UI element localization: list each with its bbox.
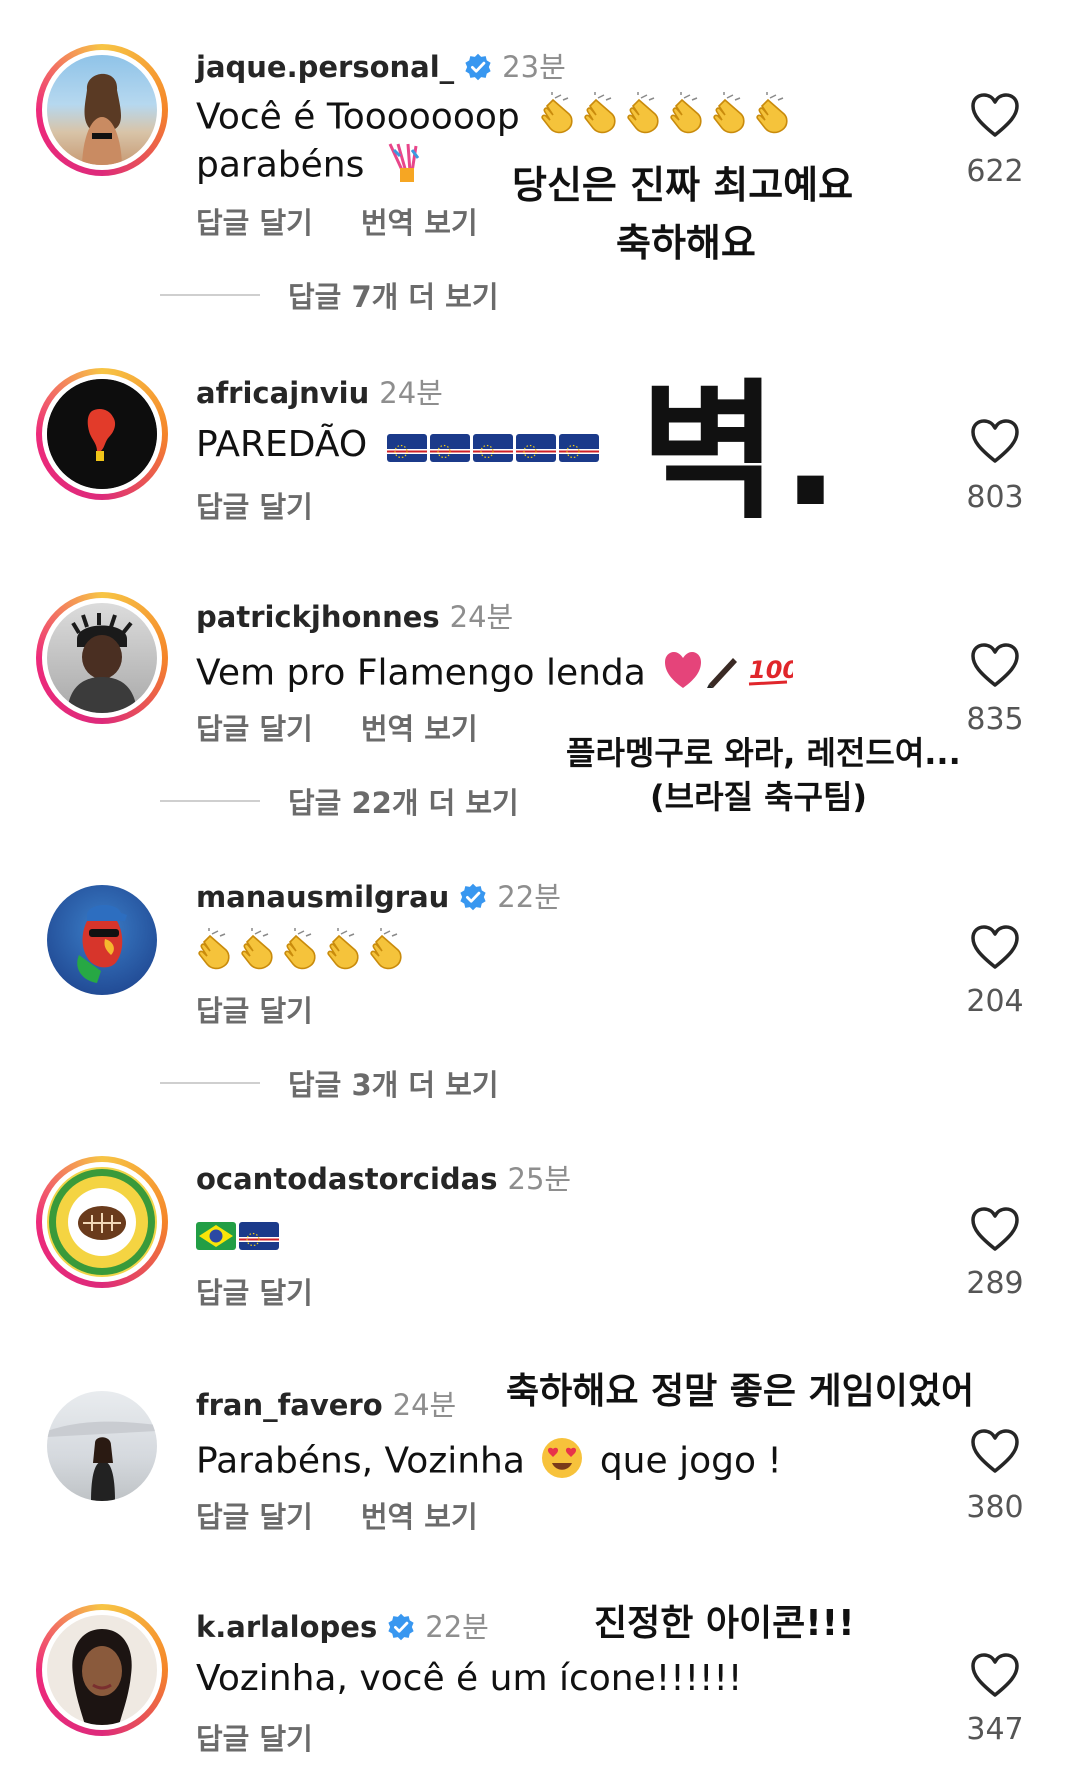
translation-annotation-line2: 축하해요 <box>616 221 756 265</box>
reply-button[interactable]: 답글 달기 <box>196 206 313 240</box>
avatar[interactable] <box>36 592 168 724</box>
heart-eyes-emoji <box>540 1436 584 1489</box>
heart-icon[interactable] <box>970 642 1020 688</box>
comment-time: 24분 <box>449 600 514 634</box>
like-count: 380 <box>966 1490 1024 1525</box>
translation-annotation: 벽. <box>640 366 843 540</box>
verified-badge-icon <box>464 53 492 81</box>
verified-badge-icon <box>387 1613 415 1641</box>
cape-verde-flag-emoji <box>239 1214 282 1255</box>
comment-actions: 답글 달기 <box>196 988 361 1030</box>
cape-verde-flag-emoji <box>387 426 602 467</box>
view-more-replies[interactable]: 답글 3개 더 보기 <box>160 1062 499 1104</box>
comment-username[interactable]: k.arlalopes 22분 <box>196 1604 489 1646</box>
comment-username[interactable]: africajnviu 24분 <box>196 370 443 412</box>
like-count: 803 <box>966 480 1024 515</box>
comment-actions: 답글 달기 <box>196 1270 361 1312</box>
reply-button[interactable]: 답글 달기 <box>196 994 313 1028</box>
avatar[interactable] <box>36 368 168 500</box>
like-count: 347 <box>966 1712 1024 1747</box>
reply-button[interactable]: 답글 달기 <box>196 712 313 746</box>
reply-button[interactable]: 답글 달기 <box>196 1276 313 1310</box>
avatar[interactable] <box>36 44 168 176</box>
avatar[interactable] <box>36 1604 168 1736</box>
clapping-hands-emoji <box>539 92 797 145</box>
svg-text:100: 100 <box>749 656 793 684</box>
comment-time: 22분 <box>497 880 561 914</box>
comment-text: Vozinha, você é um ícone!!!!!! <box>196 1658 743 1699</box>
heart-icon[interactable] <box>970 1652 1020 1698</box>
like-count: 622 <box>966 154 1024 189</box>
comment-actions: 답글 달기 번역 보기 <box>196 1494 526 1536</box>
comment-time: 22분 <box>425 1610 489 1644</box>
avatar[interactable] <box>36 874 168 1006</box>
translation-annotation: 축하해요 정말 좋은 게임이었어 <box>506 1371 975 1412</box>
comment-username[interactable]: manausmilgrau 22분 <box>196 874 561 916</box>
translation-annotation: 진정한 아이콘!!! <box>594 1603 855 1644</box>
comment-time: 24분 <box>392 1388 457 1422</box>
comment-username[interactable]: patrickjhonnes 24분 <box>196 594 513 636</box>
translation-annotation: 당신은 진짜 최고예요 <box>512 163 854 207</box>
comment-text-line2: parabéns <box>196 140 426 193</box>
avatar[interactable] <box>36 1380 168 1512</box>
heart-icon[interactable] <box>970 418 1020 464</box>
heart-writing-hundred-emoji: 100 <box>663 648 799 701</box>
comment-text <box>196 1212 282 1255</box>
translate-button[interactable]: 번역 보기 <box>361 1500 478 1534</box>
translation-annotation: 플라멩구로 와라, 레전드여... <box>566 734 961 772</box>
comment-time: 25분 <box>507 1162 572 1196</box>
comment-actions: 답글 달기 번역 보기 <box>196 706 526 748</box>
clapping-hands-emoji <box>196 928 411 981</box>
divider <box>160 1082 260 1084</box>
comment-text: Você é Tooooooop <box>196 92 797 145</box>
reply-button[interactable]: 답글 달기 <box>196 1500 313 1534</box>
comment-username[interactable]: fran_favero 24분 <box>196 1382 456 1424</box>
like-count: 289 <box>966 1266 1024 1301</box>
translation-annotation-line2: (브라질 축구팀) <box>650 778 868 816</box>
translate-button[interactable]: 번역 보기 <box>361 712 478 746</box>
confetti-emoji <box>382 140 426 193</box>
comment-text <box>196 928 411 981</box>
verified-badge-icon <box>459 883 487 911</box>
reply-button[interactable]: 답글 달기 <box>196 490 313 524</box>
comment-actions: 답글 달기 <box>196 484 361 526</box>
heart-icon[interactable] <box>970 924 1020 970</box>
reply-button[interactable]: 답글 달기 <box>196 1722 313 1756</box>
comment-username[interactable]: jaque.personal_ 23분 <box>196 44 566 86</box>
comment-actions: 답글 달기 <box>196 1716 361 1758</box>
comment-text: PAREDÃO <box>196 424 602 467</box>
brazil-flag-emoji <box>196 1214 239 1255</box>
heart-icon[interactable] <box>970 1206 1020 1252</box>
view-more-replies[interactable]: 답글 22개 더 보기 <box>160 780 519 822</box>
comment-time: 24분 <box>379 376 443 410</box>
comment-username[interactable]: ocantodastorcidas 25분 <box>196 1156 571 1198</box>
comment-text: Vem pro Flamengo lenda 100 <box>196 648 799 701</box>
view-more-replies[interactable]: 답글 7개 더 보기 <box>160 274 499 316</box>
divider <box>160 800 260 802</box>
comment-time: 23분 <box>502 50 566 84</box>
avatar[interactable] <box>36 1156 168 1288</box>
heart-icon[interactable] <box>970 1428 1020 1474</box>
heart-icon[interactable] <box>970 92 1020 138</box>
like-count: 204 <box>966 984 1024 1019</box>
translate-button[interactable]: 번역 보기 <box>361 206 478 240</box>
like-count: 835 <box>966 702 1024 737</box>
comment-actions: 답글 달기 번역 보기 <box>196 200 526 242</box>
comment-text: Parabéns, Vozinha que jogo ! <box>196 1436 782 1489</box>
divider <box>160 294 260 296</box>
